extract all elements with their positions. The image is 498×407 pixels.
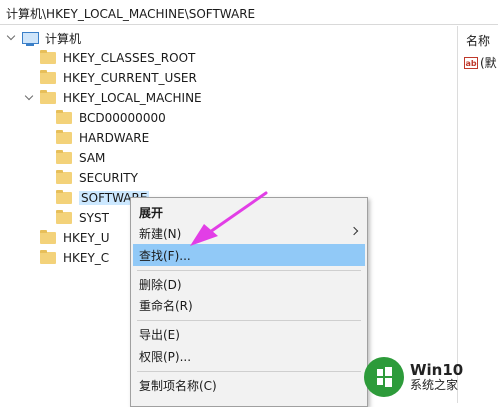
annotation-arrow-icon <box>190 191 268 246</box>
win10-logo-icon <box>364 357 404 397</box>
watermark: Win10 系统之家 <box>364 354 494 400</box>
watermark-subtitle: 系统之家 <box>410 377 459 392</box>
watermark-brand: Win10 <box>410 360 464 379</box>
